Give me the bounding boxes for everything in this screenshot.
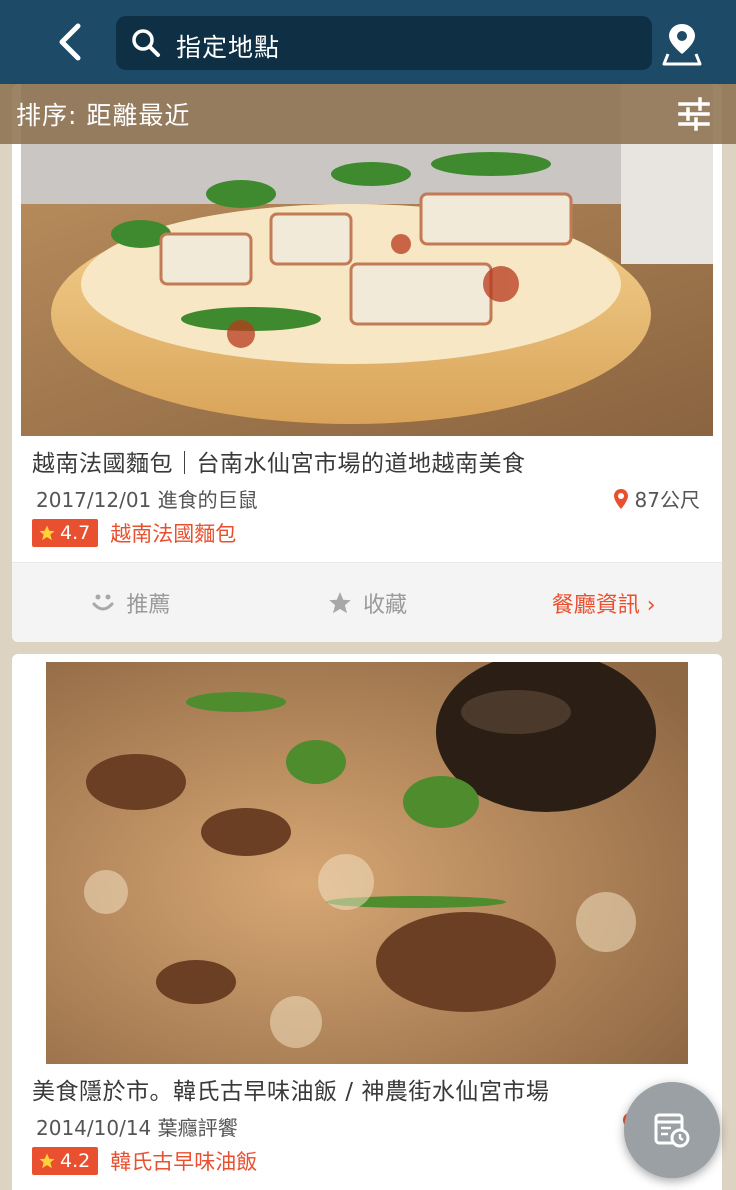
recommend-label: 推薦	[126, 592, 171, 618]
restaurant-name-link[interactable]: 越南法國麵包	[110, 518, 236, 548]
recommend-button[interactable]: 推薦	[12, 563, 249, 642]
favorite-label: 收藏	[363, 592, 408, 618]
rating-value: 4.2	[60, 1150, 91, 1172]
post-date-author: 2014/10/14 葉癮評饗	[36, 1116, 238, 1140]
rating-row: 4.7 越南法國麵包	[32, 518, 236, 548]
post-title[interactable]: 越南法國麵包｜台南水仙宮市場的道地越南美食	[32, 444, 526, 478]
restaurant-name-link[interactable]: 韓氏古早味油飯	[110, 1146, 257, 1176]
sliders-icon	[678, 97, 710, 131]
distance: 87公尺	[613, 484, 700, 513]
star-icon	[39, 1153, 55, 1169]
chevron-left-icon	[59, 23, 81, 61]
sort-label[interactable]: 排序: 距離最近	[16, 96, 190, 132]
post-date-author: 2017/12/01 進食的巨鼠	[36, 488, 258, 512]
distance-text: 87公尺	[634, 488, 700, 512]
rating-row: 4.2 韓氏古早味油飯	[32, 1146, 257, 1176]
star-outline-icon	[329, 591, 351, 613]
post-title[interactable]: 美食隱於市。韓氏古早味油飯 / 神農街水仙宮市場	[32, 1072, 549, 1106]
map-location-button[interactable]	[660, 20, 704, 66]
location-pin-icon	[613, 488, 628, 509]
rating-badge: 4.2	[32, 1147, 99, 1175]
smile-icon	[92, 594, 114, 610]
restaurant-info-button[interactable]: 餐廳資訊 ›	[485, 563, 722, 642]
favorite-button[interactable]: 收藏	[249, 563, 486, 642]
filter-button[interactable]	[674, 94, 714, 134]
post-card[interactable]: 美食隱於市。韓氏古早味油飯 / 神農街水仙宮市場 2014/10/14 葉癮評饗…	[12, 654, 722, 1190]
sort-bar: 排序: 距離最近	[0, 84, 736, 144]
back-button[interactable]	[48, 20, 92, 64]
top-bar: 指定地點	[0, 0, 736, 84]
post-card[interactable]: 越南法國麵包｜台南水仙宮市場的道地越南美食 2017/12/01 進食的巨鼠 8…	[12, 84, 722, 642]
star-icon	[39, 525, 55, 541]
search-input[interactable]: 指定地點	[116, 16, 652, 70]
oil-rice-image	[46, 662, 688, 1064]
search-text: 指定地點	[176, 33, 281, 62]
post-actions-bar: 推薦 收藏 餐廳資訊 ›	[12, 562, 722, 642]
search-icon	[132, 29, 160, 57]
history-fab-button[interactable]	[624, 1082, 720, 1178]
history-calendar-icon	[654, 1113, 690, 1148]
post-photo-oil-rice[interactable]	[46, 662, 688, 1064]
rating-badge: 4.7	[32, 519, 99, 547]
map-pin-icon	[662, 24, 702, 66]
rating-value: 4.7	[60, 522, 91, 544]
restaurant-info-label: 餐廳資訊 ›	[551, 592, 656, 618]
